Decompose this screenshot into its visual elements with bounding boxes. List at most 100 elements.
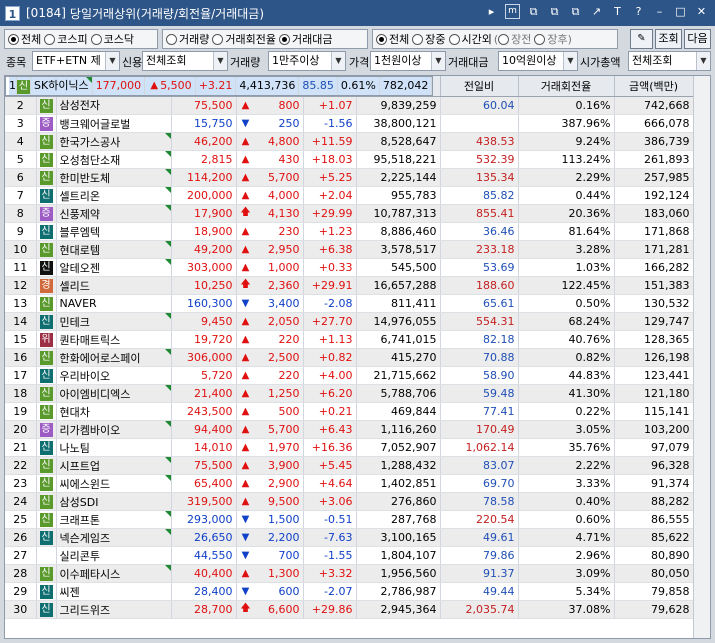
price-cell: 2,815 <box>171 150 237 169</box>
stock-name-cell[interactable]: 한국가스공사 <box>56 132 172 151</box>
vertical-scrollbar[interactable] <box>693 76 710 638</box>
market-radio-kosdaq[interactable]: 코스닥 <box>90 31 134 47</box>
stock-name-cell[interactable]: 크래프톤 <box>56 510 172 529</box>
stock-name-cell[interactable]: 삼성전자 <box>56 96 172 115</box>
table-row[interactable]: 14 신 민테크 9,450 ▲ 2,050 +27.70 14,976,055 554.31 6… <box>5 312 694 331</box>
stock-name-cell[interactable]: 민테크 <box>56 312 172 331</box>
stock-name-cell[interactable]: 오성첨단소재 <box>56 150 172 169</box>
volume-select[interactable]: 1만주이상 ▼ <box>268 51 346 71</box>
stock-name-cell[interactable]: NAVER <box>56 294 172 313</box>
stock-name-cell[interactable]: 나노팀 <box>56 438 172 457</box>
table-row[interactable]: 2 신 삼성전자 75,500 ▲ 800 +1.07 9,839,259 60.04 0.16%… <box>5 96 694 115</box>
stock-name-cell[interactable]: 삼성SDI <box>56 492 172 511</box>
table-row[interactable]: 10 신 현대로템 49,200 ▲ 2,950 +6.38 3,578,517 233.18 3… <box>5 240 694 259</box>
copy-icon[interactable]: ⧉ <box>547 4 562 19</box>
stock-name-cell[interactable]: 알테오젠 <box>56 258 172 277</box>
table-row[interactable]: 17 신 우리바이오 5,720 ▲ 220 +4.00 21,715,662 58.90 44.… <box>5 366 694 385</box>
table-row[interactable]: 19 신 현대차 243,500 ▲ 500 +0.21 469,844 77.41 0.22% 1… <box>5 402 694 421</box>
sort-radio-volume[interactable]: 거래량 <box>166 31 209 47</box>
session-radio-all[interactable]: 전체 <box>376 31 409 47</box>
ranking-table[interactable]: 순위분종목명현재가전일대비등락률거래량전일비거래회전율금액(백만) 1신SK하이… <box>4 75 711 639</box>
stock-name-cell[interactable]: 블루엠텍 <box>56 222 172 241</box>
window-icon[interactable]: ⧉ <box>526 4 541 19</box>
table-row[interactable]: 11 신 알테오젠 303,000 ▲ 1,000 +0.33 545,500 53.69 1.0… <box>5 258 694 277</box>
stock-name-cell[interactable]: 실리콘투 <box>56 546 172 565</box>
stock-name-cell[interactable]: 아이엠비디엑스 <box>56 384 172 403</box>
menu-icon[interactable]: m <box>505 4 520 19</box>
next-button[interactable]: 다음 <box>684 29 711 49</box>
table-row[interactable]: 9 신 블루엠텍 18,900 ▲ 230 +1.23 8,886,460 36.46 81.64… <box>5 222 694 241</box>
column-header[interactable]: 전일비 <box>440 76 519 97</box>
table-row[interactable]: 12 경 셀리드 10,250 🡅 2,360 +29.91 16,657,288 188.60… <box>5 276 694 295</box>
stock-name-cell[interactable]: SK하이닉스 <box>30 77 93 95</box>
cap-select[interactable]: 전체조회 ▼ <box>628 51 711 71</box>
table-row[interactable]: 27 실리콘투 44,550 ▼ 700 -1.55 1,804,107 79.86 2.96%… <box>5 546 694 565</box>
stock-select[interactable]: ETF+ETN 제 ▼ <box>32 51 120 71</box>
table-row[interactable]: 15 위 퀀타매트릭스 19,720 ▲ 220 +1.13 6,741,015 82.18 40… <box>5 330 694 349</box>
stock-name-cell[interactable]: 신풍제약 <box>56 204 172 223</box>
amount-select[interactable]: 10억원이상 ▼ <box>498 51 578 71</box>
market-radio-kospi[interactable]: 코스피 <box>44 31 88 47</box>
column-header[interactable]: 금액(백만) <box>614 76 694 97</box>
table-row[interactable]: 23 신 씨에스윈드 65,400 ▲ 2,900 +4.64 1,402,851 69.70 3… <box>5 474 694 493</box>
table-row[interactable]: 21 신 나노팀 14,010 ▲ 1,970 +16.36 7,052,907 1,062.1… <box>5 438 694 457</box>
table-row[interactable]: 28 신 이수페타시스 40,400 ▲ 1,300 +3.32 1,956,560 91.37… <box>5 564 694 583</box>
table-row[interactable]: 4 신 한국가스공사 46,200 ▲ 4,800 +11.59 8,528,647 438.5… <box>5 132 694 151</box>
volume-cell: 287,768 <box>356 510 441 529</box>
table-row[interactable]: 8 증 신풍제약 17,900 🡅 4,130 +29.99 10,787,313 855.41… <box>5 204 694 223</box>
stock-name-cell[interactable]: 현대로템 <box>56 240 172 259</box>
stock-name-cell[interactable]: 시프트업 <box>56 456 172 475</box>
session-radio-afterhours[interactable]: 시간외 <box>448 31 492 47</box>
close-icon[interactable]: ✕ <box>694 4 709 19</box>
help-icon[interactable]: ? <box>631 4 646 19</box>
stock-name-cell[interactable]: 셀트리온 <box>56 186 172 205</box>
column-header[interactable]: 거래회전율 <box>518 76 615 97</box>
session-radio-premarket[interactable]: 장전 <box>498 31 531 47</box>
stock-name-cell[interactable]: 씨에스윈드 <box>56 474 172 493</box>
stock-name-cell[interactable]: 우리바이오 <box>56 366 172 385</box>
font-icon[interactable]: T <box>610 4 625 19</box>
stock-name-cell[interactable]: 뱅크웨어글로벌 <box>56 114 172 133</box>
table-row[interactable]: 1 신 SK하이닉스 177,000 ▲ 5,500 +3.21 4,413,736 85.85… <box>5 76 434 96</box>
minimize-icon[interactable]: – <box>652 4 667 19</box>
stock-name-cell[interactable]: 이수페타시스 <box>56 564 172 583</box>
table-row[interactable]: 25 신 크래프톤 293,000 ▼ 1,500 -0.51 287,768 220.54 0.… <box>5 510 694 529</box>
change-cell: ▲ 2,050 <box>236 312 304 331</box>
session-radio-postmarket[interactable]: 장후 <box>534 31 568 47</box>
query-button[interactable]: 조회 <box>655 29 682 49</box>
table-row[interactable]: 13 신 NAVER 160,300 ▼ 3,400 -2.08 811,411 65.61 0.… <box>5 294 694 313</box>
credit-select[interactable]: 전체조회 ▼ <box>142 51 228 71</box>
expand-icon[interactable]: ▸ <box>484 4 499 19</box>
stock-name-cell[interactable]: 한미반도체 <box>56 168 172 187</box>
table-row[interactable]: 6 신 한미반도체 114,200 ▲ 5,700 +5.25 2,225,144 135.34… <box>5 168 694 187</box>
sort-radio-turnover[interactable]: 거래회전율 <box>212 31 276 47</box>
maximize-icon[interactable]: □ <box>673 4 688 19</box>
price-select[interactable]: 1천원이상 ▼ <box>370 51 446 71</box>
stock-name-cell[interactable]: 그리드위즈 <box>56 600 172 619</box>
stock-name-cell[interactable]: 씨젠 <box>56 582 172 601</box>
table-row[interactable]: 5 신 오성첨단소재 2,815 ▲ 430 +18.03 95,518,221 532.39 1… <box>5 150 694 169</box>
session-radio-regular[interactable]: 장중 <box>412 31 446 47</box>
market-radio-all[interactable]: 전체 <box>8 31 41 47</box>
table-row[interactable]: 7 신 셀트리온 200,000 ▲ 4,000 +2.04 955,783 85.82 0.44… <box>5 186 694 205</box>
table-row[interactable]: 22 신 시프트업 75,500 ▲ 3,900 +5.45 1,288,432 83.07 2.… <box>5 456 694 475</box>
stock-name-cell[interactable]: 한화에어로스페이 <box>56 348 172 367</box>
table-row[interactable]: 18 신 아이엠비디엑스 21,400 ▲ 1,250 +6.20 5,788,706 59.4… <box>5 384 694 403</box>
stock-name-cell[interactable]: 리가켐바이오 <box>56 420 172 439</box>
stock-name-cell[interactable]: 셀리드 <box>56 276 172 295</box>
sort-radio-amount[interactable]: 거래대금 <box>278 31 332 47</box>
pin-button[interactable]: ✎ <box>630 29 653 49</box>
table-row[interactable]: 24 신 삼성SDI 319,500 ▲ 9,500 +3.06 276,860 78.58 0.… <box>5 492 694 511</box>
stock-name-cell[interactable]: 넥슨게임즈 <box>56 528 172 547</box>
window-number[interactable]: 1 <box>5 5 20 21</box>
table-row[interactable]: 16 신 한화에어로스페이 306,000 ▲ 2,500 +0.82 415,270 70.8… <box>5 348 694 367</box>
popout-icon[interactable]: ↗ <box>589 4 604 19</box>
stock-name-cell[interactable]: 퀀타매트릭스 <box>56 330 172 349</box>
table-row[interactable]: 26 신 넥슨게임즈 26,650 ▼ 2,200 -7.63 3,100,165 49.61 4… <box>5 528 694 547</box>
table-row[interactable]: 29 신 씨젠 28,400 ▼ 600 -2.07 2,786,987 49.44 5.34% 7… <box>5 582 694 601</box>
stock-name-cell[interactable]: 현대차 <box>56 402 172 421</box>
table-row[interactable]: 30 신 그리드위즈 28,700 🡅 6,600 +29.86 2,945,364 2,035… <box>5 600 694 619</box>
link-icon[interactable]: ⧉ <box>568 4 583 19</box>
table-row[interactable]: 3 증 뱅크웨어글로벌 15,750 ▼ 250 -1.56 38,800,121 387.96… <box>5 114 694 133</box>
table-row[interactable]: 20 증 리가켐바이오 94,400 ▲ 5,700 +6.43 1,116,260 170.4… <box>5 420 694 439</box>
